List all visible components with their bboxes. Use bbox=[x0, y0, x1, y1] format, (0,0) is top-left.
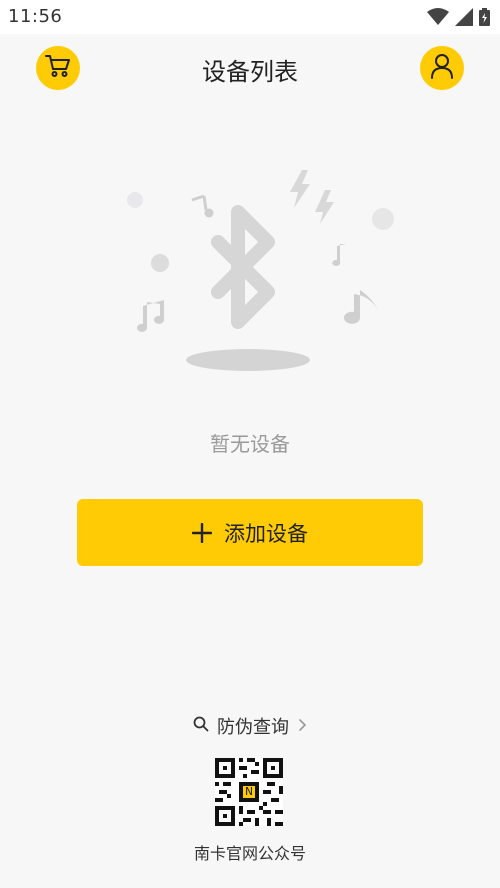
status-bar: 11:56 bbox=[0, 0, 500, 34]
decor-dot bbox=[151, 254, 169, 272]
empty-illustration bbox=[120, 160, 400, 380]
qr-caption: 南卡官网公众号 bbox=[193, 844, 306, 863]
add-device-button[interactable]: 添加设备 bbox=[77, 499, 423, 566]
decor-dot bbox=[127, 192, 143, 208]
add-device-label: 添加设备 bbox=[224, 521, 308, 546]
decor-dot bbox=[372, 208, 394, 230]
music-note-icon bbox=[191, 194, 214, 218]
status-time: 11:56 bbox=[8, 6, 63, 27]
empty-state-message: 暂无设备 bbox=[210, 432, 290, 456]
cellular-icon bbox=[455, 8, 473, 30]
anti-fake-query-label: 防伪查询 bbox=[217, 717, 289, 738]
plus-icon bbox=[192, 522, 212, 543]
anti-fake-query-link[interactable]: 防伪查询 bbox=[0, 714, 500, 738]
svg-text:N: N bbox=[245, 786, 253, 798]
battery-icon bbox=[479, 8, 490, 30]
chevron-right-icon bbox=[297, 716, 307, 737]
user-icon bbox=[430, 53, 454, 83]
wifi-icon bbox=[427, 8, 449, 30]
bluetooth-icon bbox=[211, 205, 275, 329]
status-icons bbox=[427, 8, 490, 30]
search-icon bbox=[193, 716, 209, 737]
lightning-icon bbox=[290, 170, 334, 224]
qr-code[interactable]: N bbox=[215, 758, 283, 826]
shadow-ellipse bbox=[186, 349, 310, 371]
profile-button[interactable] bbox=[420, 46, 464, 90]
header: 设备列表 bbox=[0, 34, 500, 104]
